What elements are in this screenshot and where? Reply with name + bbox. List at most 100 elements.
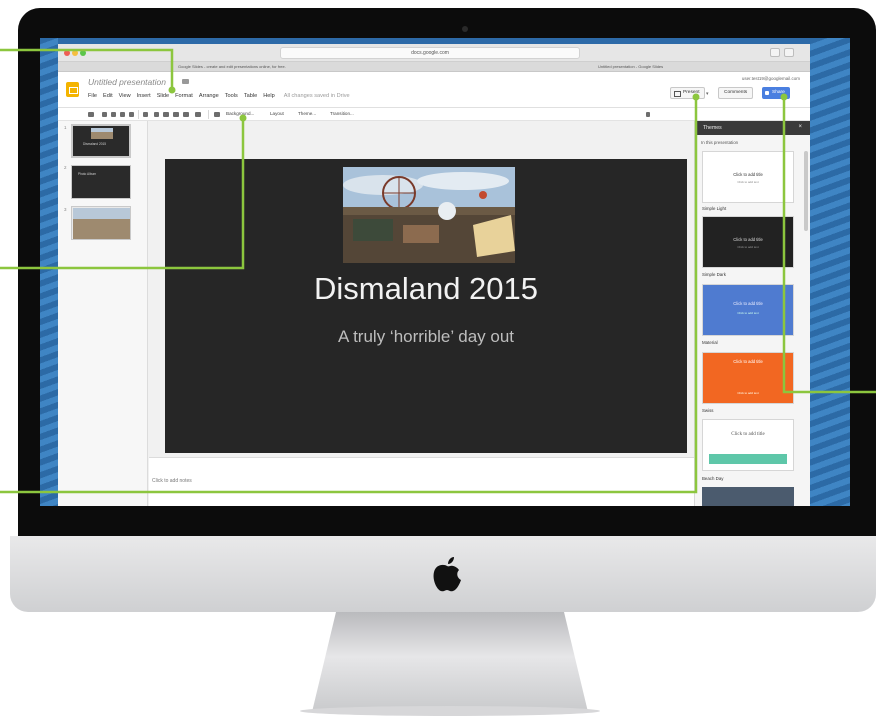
folder-icon[interactable] [182,79,189,84]
theme-next-preview[interactable] [702,487,794,506]
window-titlebar: docs.google.com [58,44,810,62]
toolbar: Background... Layout Theme... Transition… [58,108,810,121]
theme-material[interactable]: Click to add title Click to add text [702,284,794,336]
theme-button[interactable]: Theme... [298,111,316,116]
slide-thumbnail-1[interactable]: Dismaland 2015 [71,124,131,158]
layout-button[interactable]: Layout [270,111,284,116]
slides-logo-icon[interactable] [66,82,79,97]
desktop-wallpaper-left [40,38,58,506]
app-header: Untitled presentation user.test19@google… [58,72,810,108]
card-title: Click to add title [733,359,763,364]
theme-simple-dark[interactable]: Click to add title Click to add text [702,216,794,268]
menu-help[interactable]: Help [263,93,275,99]
theme-name: Beach Day [702,476,724,481]
print-icon[interactable] [102,112,107,117]
themes-title: Themes [703,125,722,131]
slide-thumbnail-2[interactable]: Photo Album [71,165,131,199]
themes-section-label[interactable]: In this presentation [701,140,738,145]
card-title: Click to add title [733,172,763,177]
image-icon[interactable] [173,112,179,117]
close-icon[interactable]: × [798,124,802,130]
slide-title[interactable]: Dismaland 2015 [165,271,687,307]
thumbnail-photo [73,208,130,239]
select-icon[interactable] [154,112,159,117]
close-window-icon[interactable] [64,50,70,56]
menu-insert[interactable]: Insert [137,93,151,99]
imac-stand [312,612,588,712]
slide-subtitle[interactable]: A truly ‘horrible’ day out [165,327,687,347]
menu-bar: File Edit View Insert Slide Format Arran… [88,93,350,99]
menu-slide[interactable]: Slide [157,93,169,99]
thumbnail-photo [91,128,113,139]
paint-format-icon[interactable] [129,112,134,117]
tab-google-slides-home[interactable]: Google Slides - create and edit presenta… [178,64,286,69]
slide-thumbnail-3[interactable] [71,206,131,240]
card-text: Click to add text [737,391,759,395]
text-box-icon[interactable] [163,112,169,117]
apple-logo-icon [433,557,461,592]
toolbar-divider [138,110,139,119]
new-slide-icon[interactable] [88,112,94,117]
themes-scrollbar[interactable] [804,151,808,231]
stage: docs.google.com Google Slides - create a… [0,0,876,721]
comments-button[interactable]: Comments [718,87,754,99]
card-text: Click to add text [737,311,759,315]
slide-photo[interactable] [343,167,515,263]
theme-current[interactable]: Click to add title Click to add text [702,151,794,203]
menu-table[interactable]: Table [244,93,257,99]
theme-name: Simple Dark [702,272,726,277]
undo-icon[interactable] [111,112,116,117]
theme-name: Material [702,340,718,345]
slide-editor: Dismaland 2015 A truly ‘horrible’ day ou… [149,121,694,506]
user-account[interactable]: user.test19@googlemail.com [742,76,800,81]
transition-button[interactable]: Transition... [330,111,354,116]
present-button[interactable]: Present [670,87,705,99]
menu-tools[interactable]: Tools [225,93,238,99]
background-button[interactable]: Background... [226,111,254,116]
tabs-overview-icon[interactable] [784,48,794,57]
card-text: Click to add text [737,245,759,249]
desktop-wallpaper-right [810,38,850,506]
comment-icon[interactable] [214,112,220,117]
shape-icon[interactable] [183,112,189,117]
card-accent-bar [709,454,787,464]
theme-name: Swiss [702,408,714,413]
card-title: Click to add title [733,237,763,242]
zoom-window-icon[interactable] [80,50,86,56]
chevron-down-icon[interactable]: ▾ [706,91,709,97]
notes-placeholder: Click to add notes [152,478,192,484]
slide-number: 2 [64,165,67,170]
line-icon[interactable] [195,112,201,117]
card-title: Click to add title [731,432,765,437]
toolbar-divider [208,110,209,119]
menu-edit[interactable]: Edit [103,93,113,99]
tab-untitled-presentation[interactable]: Untitled presentation - Google Slides [598,64,663,69]
share-button[interactable]: Share [762,87,790,99]
collapse-icon[interactable] [646,112,650,117]
stand-base [300,706,600,716]
menu-format[interactable]: Format [175,93,193,99]
zoom-icon[interactable] [143,112,148,117]
filmstrip: 1 Dismaland 2015 2 Photo Album 3 [58,121,148,506]
address-bar[interactable]: docs.google.com [280,47,580,59]
minimize-window-icon[interactable] [72,50,78,56]
menu-arrange[interactable]: Arrange [199,93,219,99]
slide-canvas[interactable]: Dismaland 2015 A truly ‘horrible’ day ou… [165,159,687,453]
menu-file[interactable]: File [88,93,97,99]
festival-photo [343,167,515,263]
speaker-notes[interactable]: Click to add notes [149,457,694,506]
camera [462,26,468,32]
screen: docs.google.com Google Slides - create a… [40,38,850,506]
theme-name: Simple Light [702,206,727,211]
theme-beach-day[interactable]: Click to add title [702,419,794,471]
thumbnail-title: Dismaland 2015 [83,142,107,146]
redo-icon[interactable] [120,112,125,117]
saved-status[interactable]: All changes saved in Drive [284,93,350,99]
menu-view[interactable]: View [119,93,131,99]
document-title[interactable]: Untitled presentation [88,77,166,87]
thumbnail-title: Photo Album [78,172,97,176]
slide-number: 3 [64,207,67,212]
share-page-icon[interactable] [770,48,780,57]
workspace: 1 Dismaland 2015 2 Photo Album 3 Dismala… [58,121,810,506]
theme-swiss[interactable]: Click to add title Click to add text [702,352,794,404]
